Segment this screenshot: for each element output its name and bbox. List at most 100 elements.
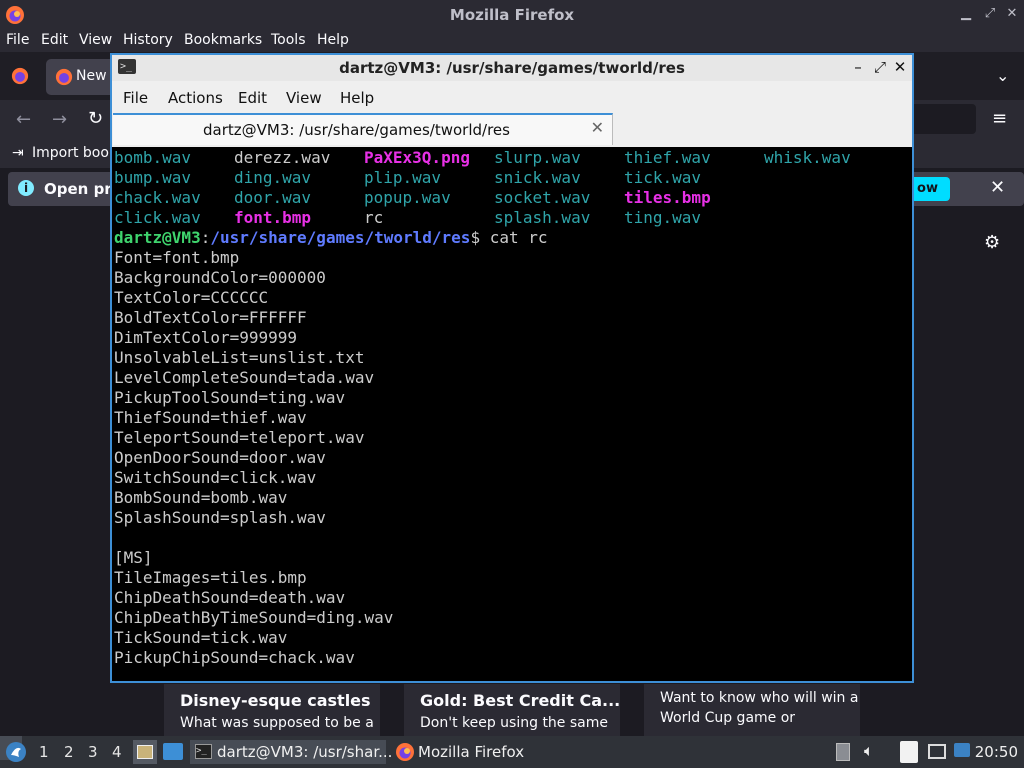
output-line: BackgroundColor=000000 xyxy=(114,268,326,287)
menu-help[interactable]: Help xyxy=(317,32,349,48)
prompt-command: $ cat rc xyxy=(470,228,548,247)
terminal-menu-help[interactable]: Help xyxy=(340,89,374,107)
terminal-tabbar: dartz@VM3: /usr/share/games/tworld/res ✕ xyxy=(112,113,912,147)
gear-icon[interactable]: ⚙ xyxy=(984,232,1000,253)
clipboard-icon[interactable] xyxy=(836,743,850,761)
terminal-menu-view[interactable]: View xyxy=(286,89,322,107)
menu-edit[interactable]: Edit xyxy=(41,32,68,48)
file-entry: tiles.bmp xyxy=(624,188,711,207)
taskbar-firefox-task[interactable]: Mozilla Firefox xyxy=(392,740,562,764)
chevron-down-icon[interactable]: ⌄ xyxy=(996,66,1009,85)
terminal-icon: >_ xyxy=(195,744,212,759)
output-line: UnsolvableList=unslist.txt xyxy=(114,348,365,367)
story-card[interactable]: Disney-esque castles What was supposed t… xyxy=(164,684,380,736)
firefox-tab-label: New xyxy=(76,68,107,84)
story-card-subtitle: What was supposed to be a xyxy=(180,715,374,731)
back-icon[interactable]: ← xyxy=(16,109,31,130)
forward-icon[interactable]: → xyxy=(52,109,67,130)
output-line: BombSound=bomb.wav xyxy=(114,488,288,507)
firefox-tab-icon xyxy=(55,68,73,86)
file-entry: slurp.wav xyxy=(494,148,581,167)
workspace-3[interactable]: 3 xyxy=(88,743,98,761)
terminal-titlebar: >_ dartz@VM3: /usr/share/games/tworld/re… xyxy=(112,55,912,81)
taskbar-terminal-label: dartz@VM3: /usr/shar... xyxy=(217,743,393,761)
file-entry: click.wav xyxy=(114,208,201,227)
ls-row: bomb.wav xyxy=(114,148,191,168)
story-card-title: Disney-esque castles xyxy=(180,691,371,710)
maximize-icon[interactable]: ⤢ xyxy=(872,58,888,76)
workspace-2[interactable]: 2 xyxy=(64,743,74,761)
terminal-menu-actions[interactable]: Actions xyxy=(168,89,223,107)
terminal-tab[interactable]: dartz@VM3: /usr/share/games/tworld/res ✕ xyxy=(113,113,613,145)
output-line: TickSound=tick.wav xyxy=(114,628,288,647)
prompt-separator: : xyxy=(200,228,211,247)
taskbar-terminal-task[interactable]: >_ dartz@VM3: /usr/shar... xyxy=(190,740,392,764)
workspace-4[interactable]: 4 xyxy=(112,743,122,761)
firefox-menubar: File Edit View History Bookmarks Tools H… xyxy=(0,30,1024,52)
output-line: BoldTextColor=FFFFFF xyxy=(114,308,307,327)
output-line: ThiefSound=thief.wav xyxy=(114,408,307,427)
file-entry: font.bmp xyxy=(234,208,312,227)
close-icon[interactable]: ✕ xyxy=(892,58,908,76)
file-entry: snick.wav xyxy=(494,168,581,187)
menu-view[interactable]: View xyxy=(79,32,112,48)
hamburger-menu-icon[interactable]: ≡ xyxy=(992,108,1007,129)
output-line: [MS] xyxy=(114,548,153,567)
menu-file[interactable]: File xyxy=(6,32,29,48)
close-tab-icon[interactable]: ✕ xyxy=(591,118,604,137)
output-line: TeleportSound=teleport.wav xyxy=(114,428,365,447)
close-icon[interactable]: ✕ xyxy=(1004,6,1020,21)
network-icon[interactable] xyxy=(928,744,946,759)
output-line: LevelCompleteSound=tada.wav xyxy=(114,368,375,387)
reload-icon[interactable]: ↻ xyxy=(88,108,103,129)
output-line: Font=font.bmp xyxy=(114,248,240,267)
terminal-window-title: dartz@VM3: /usr/share/games/tworld/res xyxy=(339,59,685,77)
story-card-title: Gold: Best Credit Ca... xyxy=(420,691,620,710)
prompt-user: dartz@VM3 xyxy=(114,228,201,247)
window-switcher-icon[interactable] xyxy=(163,743,183,760)
file-entry: bomb.wav xyxy=(114,148,192,167)
menu-bookmarks[interactable]: Bookmarks xyxy=(184,32,262,48)
output-line: ChipDeathSound=death.wav xyxy=(114,588,346,607)
terminal-menu-edit[interactable]: Edit xyxy=(238,89,267,107)
story-card[interactable]: Want to know who will win a World Cup ga… xyxy=(644,684,860,736)
file-entry: socket.wav xyxy=(494,188,591,207)
menu-history[interactable]: History xyxy=(123,32,173,48)
update-icon[interactable] xyxy=(954,743,970,757)
story-card[interactable]: Gold: Best Credit Ca... Don't keep using… xyxy=(404,684,620,736)
close-icon[interactable]: ✕ xyxy=(990,177,1005,198)
terminal-menu-file[interactable]: File xyxy=(123,89,148,107)
notes-icon[interactable] xyxy=(900,741,918,763)
import-icon: ⇥ xyxy=(12,145,24,161)
file-entry: PaXEx3Q.png xyxy=(364,148,470,167)
import-bookmarks-link[interactable]: Import book xyxy=(32,145,117,161)
firefox-icon xyxy=(396,743,414,761)
output-line: TileImages=tiles.bmp xyxy=(114,568,307,587)
file-entry: door.wav xyxy=(234,188,312,207)
maximize-icon[interactable]: ⤢ xyxy=(982,6,998,21)
terminal-output[interactable]: bomb.wav derezz.wav PaXEx3Q.png slurp.wa… xyxy=(114,148,910,679)
firefox-window-title: Mozilla Firefox xyxy=(449,6,575,24)
taskbar: 1 2 3 4 >_ dartz@VM3: /usr/shar... Mozil… xyxy=(0,736,1024,768)
file-entry: bump.wav xyxy=(114,168,192,187)
story-card-subtitle-2: World Cup game or xyxy=(660,710,796,726)
file-entry: ting.wav xyxy=(624,208,702,227)
prompt-path: /usr/share/games/tworld/res xyxy=(210,228,471,247)
output-line: DimTextColor=999999 xyxy=(114,328,298,347)
file-entry: tick.wav xyxy=(624,168,702,187)
file-entry: plip.wav xyxy=(364,168,442,187)
minimize-icon[interactable]: – xyxy=(850,58,866,76)
output-line: OpenDoorSound=door.wav xyxy=(114,448,326,467)
start-menu-icon[interactable] xyxy=(5,741,27,763)
notification-action-button[interactable]: ow xyxy=(908,177,950,201)
story-card-subtitle: Want to know who will win a xyxy=(660,690,859,706)
workspace-1[interactable]: 1 xyxy=(39,743,49,761)
firefox-view-icon[interactable] xyxy=(11,67,29,85)
terminal-menubar: File Actions Edit View Help xyxy=(112,81,912,113)
show-desktop-icon[interactable] xyxy=(133,740,157,764)
file-entry: ding.wav xyxy=(234,168,312,187)
menu-tools[interactable]: Tools xyxy=(271,32,306,48)
minimize-icon[interactable]: ▁ xyxy=(958,6,974,21)
file-entry: popup.wav xyxy=(364,188,451,207)
volume-icon[interactable]: 🔈︎ xyxy=(864,741,874,761)
